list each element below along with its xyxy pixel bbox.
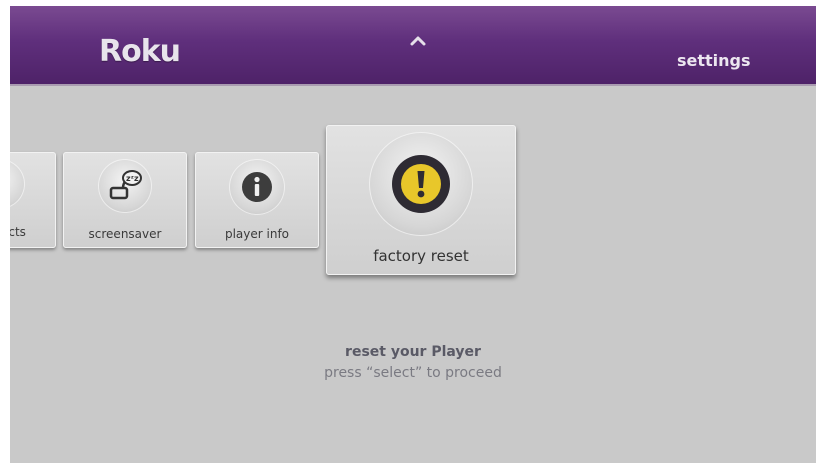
top-bar: Roku settings: [10, 6, 816, 86]
menu-item-screensaver[interactable]: zᶻz screensaver: [63, 152, 187, 248]
menu-item-effects[interactable]: ects: [10, 152, 56, 248]
menu-item-label: factory reset: [373, 247, 469, 265]
menu-item-player-info[interactable]: player info: [195, 152, 319, 248]
effects-icon: [10, 159, 25, 209]
menu-item-label: screensaver: [88, 227, 162, 241]
screensaver-icon: zᶻz: [98, 159, 152, 213]
message-title: reset your Player: [345, 344, 481, 360]
menu-item-label: player info: [224, 227, 290, 241]
section-title: settings: [677, 51, 751, 70]
up-arrow-icon[interactable]: [407, 32, 429, 48]
svg-text:zᶻz: zᶻz: [126, 174, 139, 183]
menu-item-label: ects: [10, 225, 26, 239]
roku-screen: Roku settings ects zᶻz screensaver: [10, 6, 816, 463]
message-subtitle: press “select” to proceed: [324, 365, 502, 381]
warning-icon: [369, 132, 473, 236]
roku-logo: Roku: [99, 34, 181, 69]
menu-item-factory-reset[interactable]: factory reset: [326, 125, 516, 275]
info-icon: [229, 159, 285, 215]
